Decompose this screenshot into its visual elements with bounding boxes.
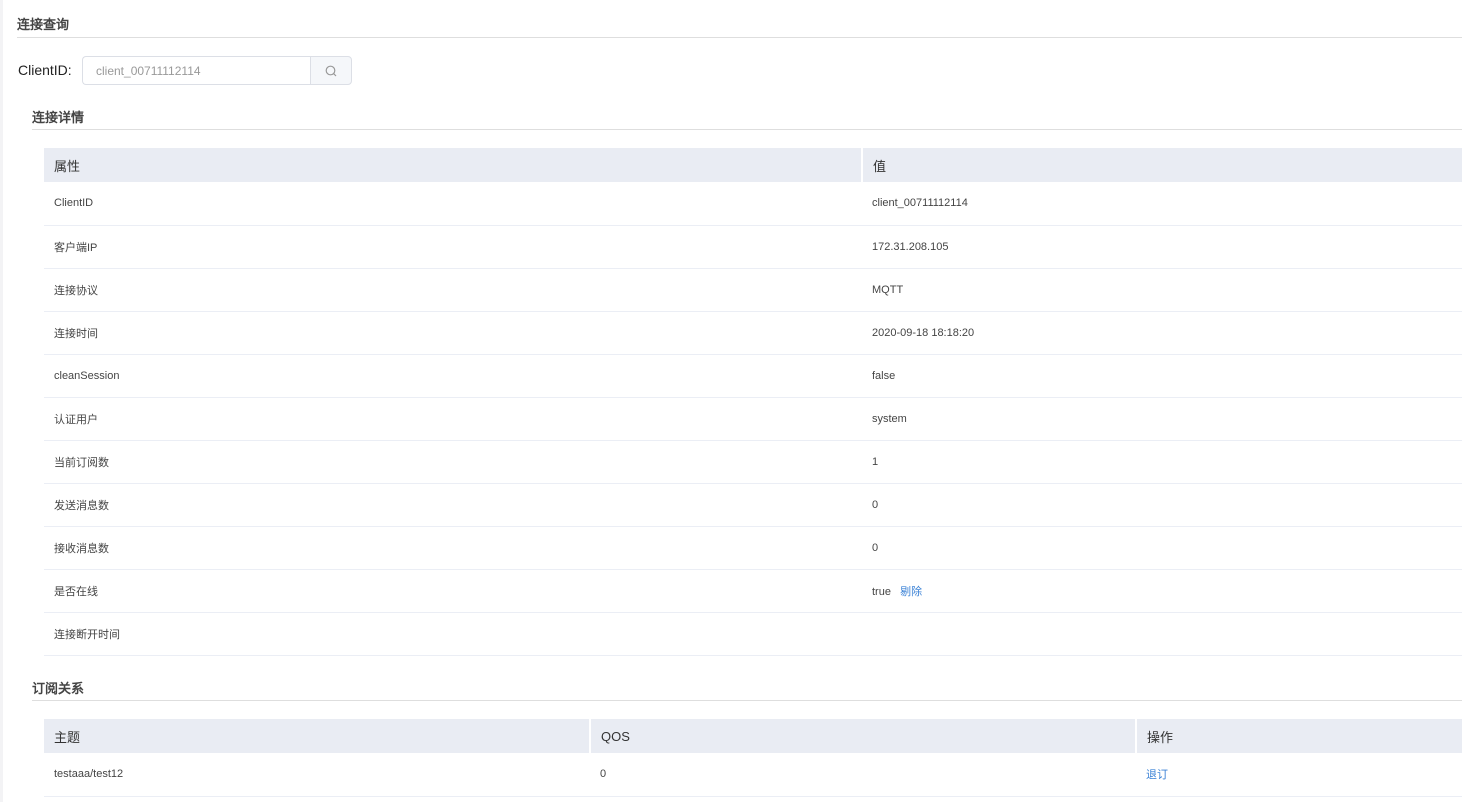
- value: 0: [872, 498, 879, 511]
- table-row: 认证用户 system: [44, 397, 1462, 441]
- details-table: 属性 值 ClientID client_00711112114 客户端IP 172.…: [44, 148, 1462, 656]
- divider: [17, 37, 1462, 38]
- value-cell: system: [862, 397, 1462, 441]
- column-header: 主题: [44, 719, 591, 753]
- column-header: 值: [862, 148, 1462, 182]
- divider: [32, 700, 1462, 701]
- table-row: 连接时间 2020-09-18 18:18:20: [44, 311, 1462, 355]
- clientid-label: ClientID:: [18, 62, 72, 78]
- table-row: 发送消息数 0: [44, 483, 1462, 527]
- unsubscribe-link[interactable]: 退订: [1146, 769, 1168, 781]
- value-cell: false: [862, 354, 1462, 398]
- property-cell: cleanSession: [44, 354, 862, 398]
- table-row: 连接断开时间: [44, 612, 1462, 656]
- value: 2020-09-18 18:18:20: [872, 326, 975, 339]
- property-cell: 接收消息数: [44, 526, 862, 570]
- value: 1: [872, 455, 879, 468]
- search-button[interactable]: [310, 56, 352, 85]
- property-cell: 客户端IP: [44, 225, 862, 269]
- value-cell: MQTT: [862, 268, 1462, 312]
- property-cell: 是否在线: [44, 569, 862, 613]
- value-cell: 172.31.208.105: [862, 225, 1462, 269]
- property-cell: 发送消息数: [44, 483, 862, 527]
- table-row: 当前订阅数 1: [44, 440, 1462, 484]
- table-row: cleanSession false: [44, 354, 1462, 398]
- value-cell: client_00711112114: [862, 182, 1462, 226]
- value: client_00711112114: [872, 197, 968, 210]
- value-cell: 0: [862, 526, 1462, 570]
- value: true: [872, 585, 891, 598]
- topic-cell: testaaa/test12: [44, 753, 590, 797]
- column-header: QOS: [590, 719, 1137, 753]
- divider: [32, 129, 1462, 130]
- value: system: [872, 412, 907, 425]
- qos-cell: 0: [590, 753, 1136, 797]
- value: false: [872, 369, 896, 382]
- value-cell: 1: [862, 440, 1462, 484]
- subscriptions-title: 订阅关系: [32, 681, 85, 696]
- table-row: 连接协议 MQTT: [44, 268, 1462, 312]
- property-cell: 认证用户: [44, 397, 862, 441]
- table-row: 客户端IP 172.31.208.105: [44, 225, 1462, 269]
- action-cell: 退订: [1136, 753, 1462, 797]
- search-icon: [325, 65, 337, 76]
- page-title: 连接查询: [17, 17, 70, 32]
- value-cell: 0: [862, 483, 1462, 527]
- kick-link[interactable]: 剔除: [900, 586, 922, 598]
- column-header: 操作: [1136, 719, 1462, 753]
- property-cell: 连接时间: [44, 311, 862, 355]
- value: 0: [872, 541, 879, 554]
- property-cell: ClientID: [44, 182, 862, 226]
- value-cell: true 剔除: [862, 569, 1462, 613]
- subscriptions-table: 主题 QOS 操作 testaaa/test12 0 退订: [44, 719, 1462, 797]
- property-cell: 当前订阅数: [44, 440, 862, 484]
- table-row: ClientID client_00711112114: [44, 182, 1462, 226]
- table-row: testaaa/test12 0 退订: [44, 753, 1462, 797]
- clientid-input[interactable]: [82, 56, 311, 85]
- table-row: 接收消息数 0: [44, 526, 1462, 570]
- property-cell: 连接断开时间: [44, 612, 862, 656]
- value-cell: [862, 612, 1462, 656]
- property-cell: 连接协议: [44, 268, 862, 312]
- details-title: 连接详情: [32, 110, 85, 125]
- column-header: 属性: [44, 148, 863, 182]
- value-cell: 2020-09-18 18:18:20: [862, 311, 1462, 355]
- value: MQTT: [872, 283, 904, 296]
- value: 172.31.208.105: [872, 240, 949, 253]
- table-row: 是否在线 true 剔除: [44, 569, 1462, 613]
- left-edge: [0, 0, 3, 802]
